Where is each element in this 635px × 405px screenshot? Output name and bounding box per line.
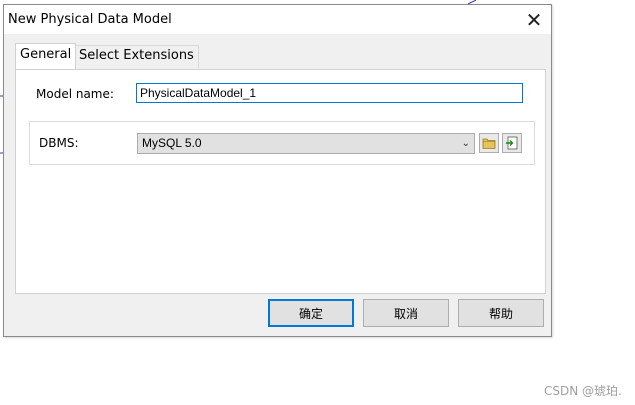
model-name-label: Model name: — [36, 87, 114, 101]
model-name-input[interactable]: PhysicalDataModel_1 — [136, 83, 523, 103]
embed-dbms-button[interactable] — [502, 133, 522, 153]
close-icon: ✕ — [525, 7, 543, 32]
new-physical-data-model-dialog: New Physical Data Model ✕ General Select… — [3, 4, 552, 337]
dbms-selected-value: MySQL 5.0 — [142, 136, 202, 150]
dbms-label: DBMS: — [39, 136, 79, 150]
folder-icon — [482, 138, 496, 149]
watermark-text: CSDN @琥珀. — [544, 384, 622, 398]
tab-general[interactable]: General — [15, 43, 77, 69]
dialog-title: New Physical Data Model — [8, 12, 172, 27]
ok-button[interactable]: 确定 — [268, 299, 354, 327]
chevron-down-icon: ⌄ — [461, 138, 470, 149]
dialog-titlebar: New Physical Data Model ✕ — [4, 5, 551, 34]
browse-dbms-button[interactable] — [479, 133, 499, 153]
dbms-select[interactable]: MySQL 5.0 ⌄ — [137, 133, 475, 154]
close-button[interactable]: ✕ — [517, 5, 551, 34]
import-file-icon — [506, 136, 518, 150]
tab-select-extensions[interactable]: Select Extensions — [74, 45, 199, 68]
general-tab-panel: Model name: PhysicalDataModel_1 DBMS: My… — [15, 69, 546, 294]
help-button[interactable]: 帮助 — [458, 299, 544, 327]
dbms-group: DBMS: MySQL 5.0 ⌄ — [29, 121, 535, 165]
cancel-button[interactable]: 取消 — [363, 299, 449, 327]
